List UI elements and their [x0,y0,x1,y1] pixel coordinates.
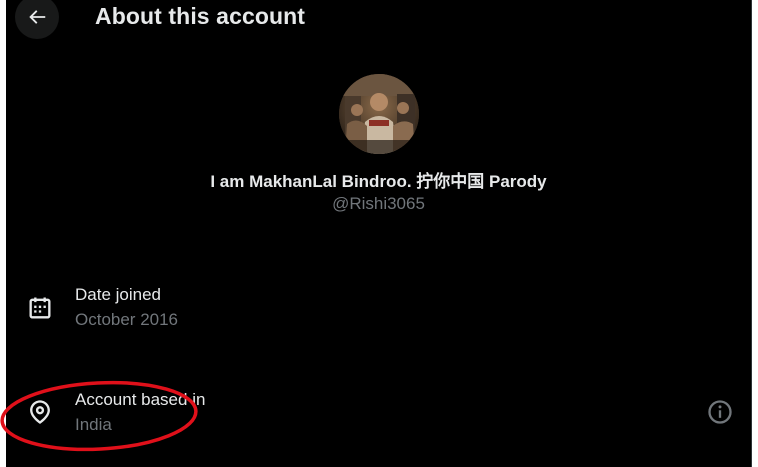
arrow-left-icon [29,10,46,24]
calendar-icon [29,297,51,319]
page-title: About this account [95,3,306,29]
avatar-image [339,74,419,154]
column-divider [751,0,752,467]
account-based-in-value: India [75,415,112,434]
date-joined-label: Date joined [75,285,162,304]
account-based-in-label: Account based in [75,390,206,409]
date-joined-row: Date joined October 2016 [6,272,751,342]
avatar[interactable] [339,74,419,154]
about-account-panel: About this account I am MakhanLal Bindro… [6,0,751,467]
date-joined-value: October 2016 [75,310,179,329]
display-name: I am MakhanLal Bindroo. 拧你中国 Parody [210,172,547,191]
account-handle: @Rishi3065 [332,194,425,213]
location-pin-icon [30,400,50,424]
back-button[interactable] [15,0,59,39]
account-based-in-row: Account based in India [6,377,751,447]
info-icon[interactable] [706,398,734,426]
